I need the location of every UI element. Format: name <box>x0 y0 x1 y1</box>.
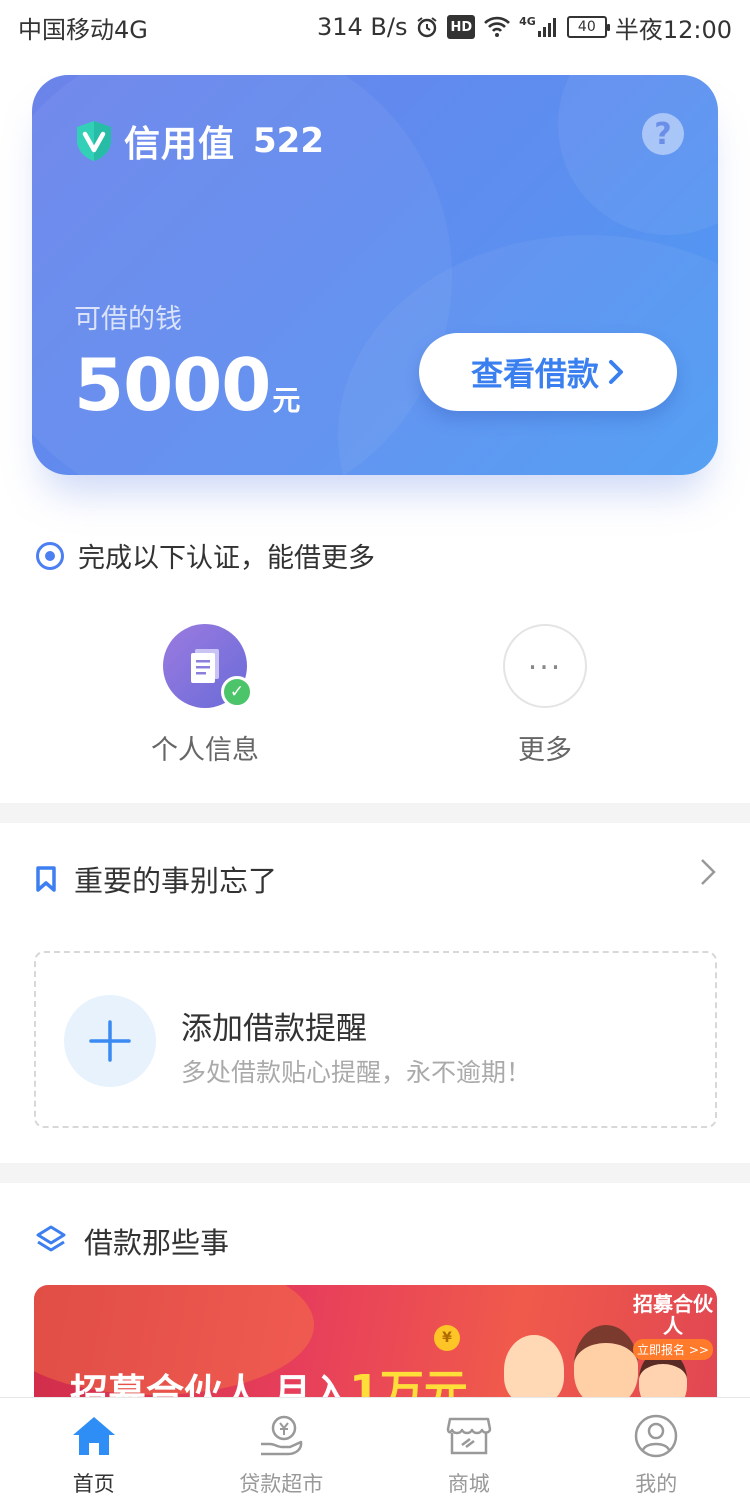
layers-icon <box>36 1225 66 1252</box>
available-amount: 5000 元 <box>74 343 300 427</box>
carrier-label: 中国移动4G <box>18 15 148 44</box>
verify-title-text: 完成以下认证，能借更多 <box>78 543 375 574</box>
reminder-section-title[interactable]: 重要的事别忘了 <box>36 858 277 900</box>
credit-label: 信用值 <box>124 124 236 165</box>
home-icon <box>70 1412 118 1460</box>
section-divider <box>0 1163 750 1183</box>
verify-item-label: 更多 <box>518 735 572 766</box>
cartoon-person <box>504 1335 564 1400</box>
target-icon <box>36 541 64 570</box>
banner-signup-button[interactable]: 立即报名 >> <box>633 1339 713 1360</box>
verify-section-title: 完成以下认证，能借更多 <box>36 536 375 575</box>
alarm-icon <box>415 15 439 39</box>
tab-label: 首页 <box>72 1472 115 1496</box>
clock: 半夜12:00 <box>614 15 732 44</box>
tab-label: 商城 <box>447 1472 490 1496</box>
banner-tag: 招募合伙人 立即报名 >> <box>633 1293 713 1360</box>
network-speed: 314 B/s <box>316 13 408 41</box>
add-reminder-card[interactable]: 添加借款提醒 多处借款贴心提醒，永不逾期！ <box>34 951 717 1128</box>
tab-label: 贷款超市 <box>239 1472 324 1496</box>
tab-label: 我的 <box>635 1472 678 1496</box>
bookmark-icon <box>36 866 56 892</box>
credit-header: 信用值 522 <box>74 115 324 167</box>
tab-loan-market[interactable]: 贷款超市 <box>188 1398 376 1500</box>
shield-check-icon <box>77 121 111 161</box>
help-icon[interactable]: ? <box>642 113 684 155</box>
banner-tag-title: 招募合伙人 <box>633 1292 713 1338</box>
articles-section-title: 借款那些事 <box>36 1220 229 1262</box>
add-reminder-subtitle: 多处借款贴心提醒，永不逾期！ <box>181 1058 532 1087</box>
battery-level: 40 <box>577 19 596 35</box>
view-loan-button[interactable]: 查看借款 <box>419 333 677 411</box>
banner-headline-highlight: 1万元 <box>349 1366 468 1400</box>
tab-home[interactable]: 首页 <box>0 1398 188 1500</box>
available-label: 可借的钱 <box>74 304 182 335</box>
chevron-right-icon <box>609 360 623 384</box>
loan-market-icon <box>257 1412 305 1460</box>
amount-unit: 元 <box>272 384 301 417</box>
articles-title-text: 借款那些事 <box>84 1226 230 1260</box>
amount-value: 5000 <box>74 343 271 427</box>
battery-icon: 40 <box>566 16 610 38</box>
reminder-title-text: 重要的事别忘了 <box>74 864 278 898</box>
promo-banner[interactable]: ¥ 招募合伙人 月入1万元 招募合伙人 立即报名 >> <box>34 1285 717 1400</box>
section-divider <box>0 803 750 823</box>
hd-icon: HD <box>447 15 476 39</box>
status-bar: 中国移动4G 314 B/s HD 4G 40 半夜12:00 <box>0 0 750 54</box>
banner-headline-prefix: 招募合伙人 月入 <box>70 1371 350 1400</box>
coin-icon: ¥ <box>434 1325 460 1351</box>
verify-item-personal-info[interactable]: ✓ 个人信息 <box>150 624 260 767</box>
tab-store[interactable]: 商城 <box>375 1398 563 1500</box>
credit-score: 522 <box>253 121 324 161</box>
store-icon <box>445 1412 493 1460</box>
credit-card: 信用值 522 ? 可借的钱 5000 元 查看借款 <box>32 75 718 475</box>
add-icon <box>64 995 156 1087</box>
view-loan-label: 查看借款 <box>470 355 599 393</box>
cartoon-person <box>574 1325 638 1400</box>
signal-icon: 4G <box>519 15 559 39</box>
status-icons: 314 B/s HD 4G 40 半夜12:00 <box>317 10 732 45</box>
profile-icon <box>632 1412 680 1460</box>
network-type: 4G <box>519 15 536 28</box>
chevron-right-icon[interactable] <box>700 856 716 894</box>
verify-item-label: 个人信息 <box>151 735 259 766</box>
verify-item-more[interactable]: ... 更多 <box>490 624 600 767</box>
bottom-tab-bar: 首页 贷款超市 商城 我的 <box>0 1397 750 1500</box>
more-dots-icon: ... <box>503 624 587 708</box>
check-icon: ✓ <box>221 676 253 708</box>
wifi-icon <box>483 15 511 39</box>
add-reminder-title: 添加借款提醒 <box>181 1011 367 1047</box>
document-icon: ✓ <box>163 624 253 708</box>
banner-headline: 招募合伙人 月入1万元 <box>70 1355 468 1400</box>
card-decoration <box>558 75 718 235</box>
tab-profile[interactable]: 我的 <box>563 1398 750 1500</box>
